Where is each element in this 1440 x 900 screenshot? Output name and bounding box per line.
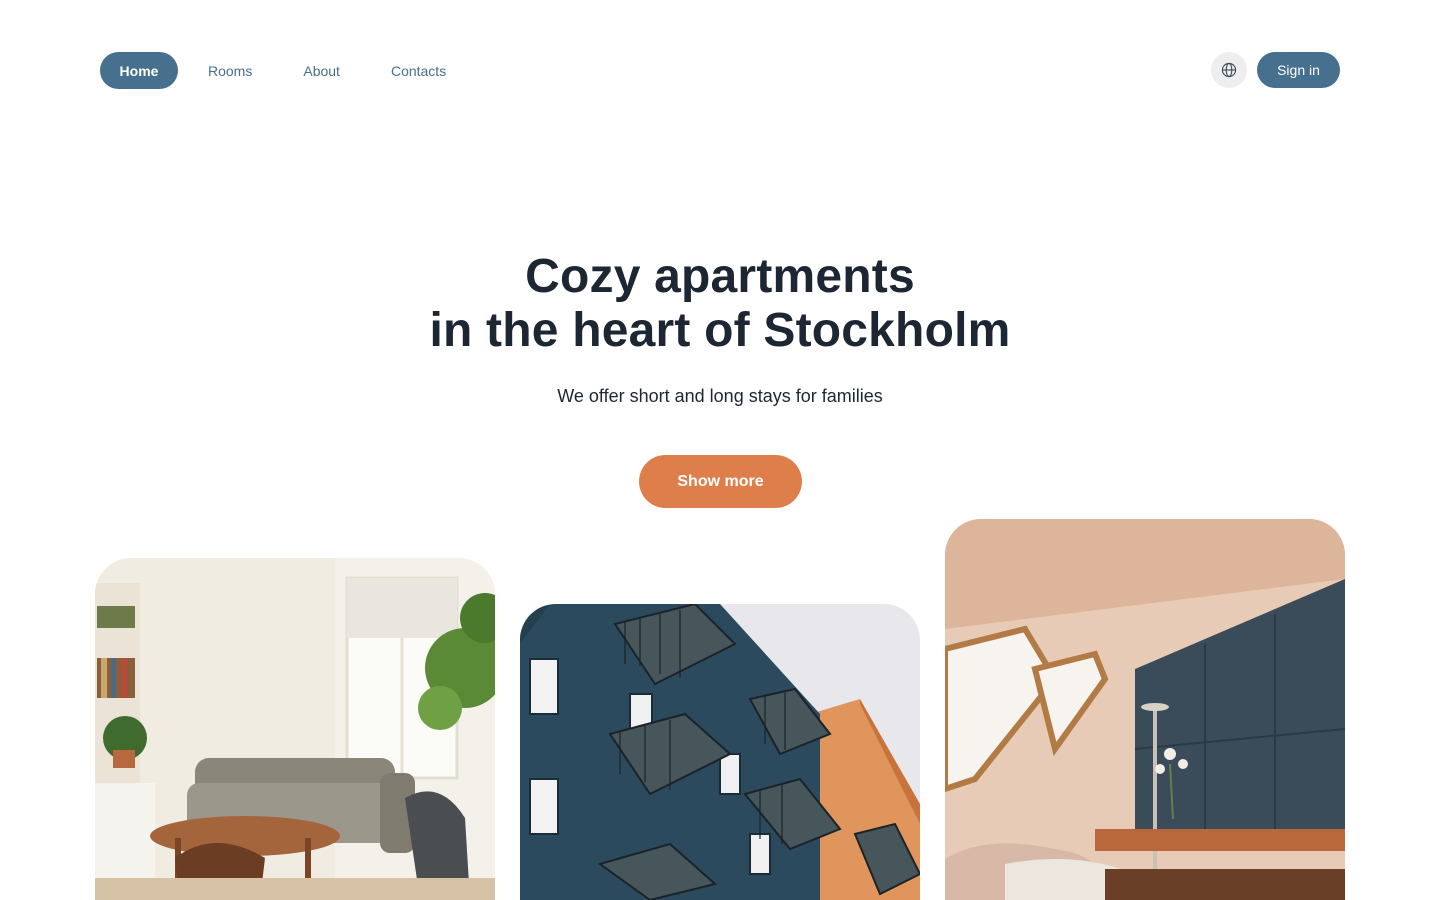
hero-title-line-2: in the heart of Stockholm	[429, 304, 1011, 357]
nav-about[interactable]: About	[303, 52, 340, 89]
hero-title: Cozy apartments in the heart of Stockhol…	[0, 250, 1440, 358]
main-nav: Home Rooms About Contacts	[100, 52, 446, 89]
nav-contacts[interactable]: Contacts	[391, 52, 446, 89]
living-room-photo	[95, 558, 495, 900]
sign-in-button[interactable]: Sign in	[1257, 52, 1340, 88]
globe-icon	[1221, 62, 1237, 78]
hero-title-line-1: Cozy apartments	[525, 250, 915, 303]
hero-subtitle: We offer short and long stays for famili…	[557, 386, 883, 406]
apartment-building-photo	[520, 604, 920, 900]
language-button[interactable]	[1211, 52, 1247, 88]
show-more-button[interactable]: Show more	[639, 455, 802, 508]
nav-rooms[interactable]: Rooms	[208, 52, 252, 89]
nav-home[interactable]: Home	[100, 52, 178, 89]
attic-bedroom-photo	[945, 519, 1345, 900]
